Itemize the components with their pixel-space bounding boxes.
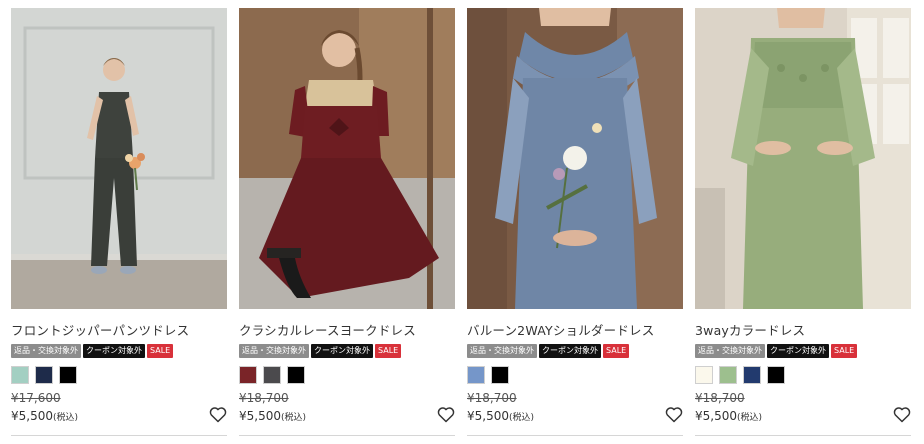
- tax-label: (税込): [281, 413, 307, 423]
- divider: [467, 435, 683, 436]
- color-swatches: [695, 366, 785, 384]
- product-tags: 返品・交換対象外 クーポン対象外 SALE: [239, 344, 402, 358]
- color-swatch[interactable]: [743, 366, 761, 384]
- color-swatch[interactable]: [263, 366, 281, 384]
- color-swatch[interactable]: [239, 366, 257, 384]
- sale-price: ¥5,500(税込): [239, 409, 307, 423]
- no-return-tag: 返品・交換対象外: [467, 344, 537, 358]
- no-return-tag: 返品・交換対象外: [695, 344, 765, 358]
- sale-tag: SALE: [375, 344, 402, 358]
- no-coupon-tag: クーポン対象外: [83, 344, 145, 358]
- heart-outline-icon[interactable]: [893, 406, 911, 423]
- sale-price: ¥5,500(税込): [467, 409, 535, 423]
- model-photo-icon: [11, 8, 227, 309]
- no-return-tag: 返品・交換対象外: [239, 344, 309, 358]
- color-swatch[interactable]: [287, 366, 305, 384]
- divider: [239, 435, 455, 436]
- color-swatch[interactable]: [11, 366, 29, 384]
- heart-outline-icon[interactable]: [437, 406, 455, 423]
- no-return-tag: 返品・交換対象外: [11, 344, 81, 358]
- divider: [695, 435, 911, 436]
- color-swatch[interactable]: [767, 366, 785, 384]
- color-swatches: [467, 366, 509, 384]
- original-price: ¥18,700: [239, 391, 289, 405]
- heart-outline-icon[interactable]: [665, 406, 683, 423]
- product-tags: 返品・交換対象外 クーポン対象外 SALE: [467, 344, 630, 358]
- tax-label: (税込): [737, 413, 763, 423]
- product-photo[interactable]: [11, 8, 227, 309]
- sale-tag: SALE: [831, 344, 858, 358]
- sale-price: ¥5,500(税込): [695, 409, 763, 423]
- color-swatch[interactable]: [491, 366, 509, 384]
- model-photo-icon: [467, 8, 683, 309]
- product-name[interactable]: 3wayカラードレス: [695, 320, 911, 339]
- sale-tag: SALE: [603, 344, 630, 358]
- product-name[interactable]: バルーン2WAYショルダードレス: [467, 320, 683, 339]
- original-price: ¥17,600: [11, 391, 61, 405]
- divider: [11, 435, 227, 436]
- product-name[interactable]: フロントジッパーパンツドレス: [11, 320, 227, 339]
- tax-label: (税込): [509, 413, 535, 423]
- tax-label: (税込): [53, 413, 79, 423]
- color-swatch[interactable]: [35, 366, 53, 384]
- no-coupon-tag: クーポン対象外: [539, 344, 601, 358]
- model-photo-icon: [239, 8, 455, 309]
- product-photo[interactable]: [467, 8, 683, 309]
- color-swatches: [239, 366, 305, 384]
- model-photo-icon: [695, 8, 911, 309]
- product-name[interactable]: クラシカルレースヨークドレス: [239, 320, 455, 339]
- product-photo[interactable]: [695, 8, 911, 309]
- product-tags: 返品・交換対象外 クーポン対象外 SALE: [11, 344, 174, 358]
- product-tags: 返品・交換対象外 クーポン対象外 SALE: [695, 344, 858, 358]
- color-swatches: [11, 366, 77, 384]
- color-swatch[interactable]: [695, 366, 713, 384]
- sale-tag: SALE: [147, 344, 174, 358]
- product-card[interactable]: 3wayカラードレス 返品・交換対象外 クーポン対象外 SALE ¥18,700…: [695, 8, 911, 438]
- color-swatch[interactable]: [59, 366, 77, 384]
- heart-outline-icon[interactable]: [209, 406, 227, 423]
- product-card[interactable]: フロントジッパーパンツドレス 返品・交換対象外 クーポン対象外 SALE ¥17…: [11, 8, 227, 438]
- no-coupon-tag: クーポン対象外: [767, 344, 829, 358]
- product-card[interactable]: クラシカルレースヨークドレス 返品・交換対象外 クーポン対象外 SALE ¥18…: [239, 8, 455, 438]
- product-card[interactable]: バルーン2WAYショルダードレス 返品・交換対象外 クーポン対象外 SALE ¥…: [467, 8, 683, 438]
- no-coupon-tag: クーポン対象外: [311, 344, 373, 358]
- original-price: ¥18,700: [467, 391, 517, 405]
- sale-price: ¥5,500(税込): [11, 409, 79, 423]
- original-price: ¥18,700: [695, 391, 745, 405]
- color-swatch[interactable]: [719, 366, 737, 384]
- color-swatch[interactable]: [467, 366, 485, 384]
- product-photo[interactable]: [239, 8, 455, 309]
- product-grid: フロントジッパーパンツドレス 返品・交換対象外 クーポン対象外 SALE ¥17…: [0, 0, 924, 444]
